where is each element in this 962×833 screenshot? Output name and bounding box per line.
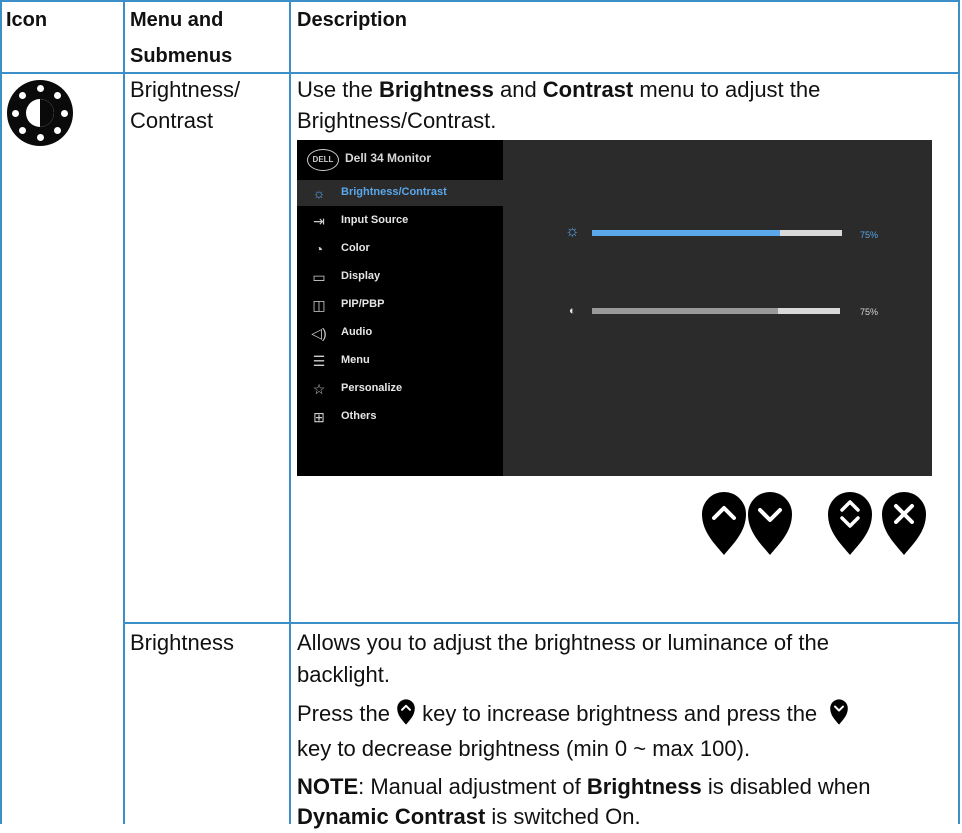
row1-desc-line1: Use the Brightness and Contrast menu to … bbox=[297, 77, 821, 102]
osd-item-label: Display bbox=[341, 270, 381, 282]
grid-line-top bbox=[0, 0, 960, 2]
row2-menu: Brightness bbox=[130, 630, 234, 655]
pip-pbp-icon: ◫ bbox=[312, 297, 326, 313]
osd-item-label: PIP/PBP bbox=[341, 298, 385, 310]
dell-logo: DELL bbox=[307, 149, 339, 171]
star-icon: ☆ bbox=[312, 381, 326, 397]
contrast-slider-icon: ◐ bbox=[569, 305, 576, 317]
input-source-icon: ⇥ bbox=[313, 213, 325, 229]
osd-item-label: Brightness/Contrast bbox=[341, 186, 447, 198]
others-icon: ⊞ bbox=[313, 409, 325, 425]
brightness-value: 75% bbox=[860, 230, 879, 240]
osd-item-brightness-contrast[interactable]: ☼ Brightness/Contrast bbox=[297, 180, 503, 206]
grid-line-row bbox=[123, 622, 960, 624]
row2-desc-p1-line1: Allows you to adjust the brightness or l… bbox=[297, 630, 829, 655]
down-key-icon[interactable] bbox=[746, 486, 794, 556]
brightness-icon: ☼ bbox=[312, 185, 326, 201]
row1-menu-line1: Brightness/ bbox=[130, 77, 241, 102]
row1-desc-line2: Brightness/Contrast. bbox=[297, 108, 497, 133]
contrast-slider-fill bbox=[592, 308, 778, 314]
osd-item-label: Personalize bbox=[341, 382, 403, 394]
grid-line-right bbox=[958, 0, 960, 824]
grid-line-col2 bbox=[289, 0, 291, 824]
osd-screenshot: DELL Dell 34 Monitor ☼ Brightness/Contra… bbox=[297, 140, 932, 476]
up-key-inline-icon bbox=[397, 699, 415, 725]
osd-item-audio[interactable]: ◁) Audio bbox=[297, 320, 503, 346]
osd-menu-panel: DELL Dell 34 Monitor ☼ Brightness/Contra… bbox=[297, 140, 503, 476]
osd-item-color[interactable]: ◔ Color bbox=[297, 236, 503, 262]
osd-item-personalize[interactable]: ☆ Personalize bbox=[297, 376, 503, 402]
row1-menu-line2: Contrast bbox=[130, 108, 214, 133]
audio-icon: ◁) bbox=[311, 325, 327, 341]
brightness-slider[interactable] bbox=[592, 230, 842, 236]
osd-item-label: Color bbox=[341, 242, 370, 254]
osd-item-others[interactable]: ⊞ Others bbox=[297, 404, 503, 430]
grid-line-left bbox=[0, 0, 2, 824]
contrast-value: 75% bbox=[860, 307, 879, 317]
grid-line-col1 bbox=[123, 0, 125, 824]
osd-item-pip-pbp[interactable]: ◫ PIP/PBP bbox=[297, 292, 503, 318]
down-key-inline-icon bbox=[830, 699, 849, 725]
contrast-slider[interactable] bbox=[592, 308, 840, 314]
row2-desc-p1-line2: backlight. bbox=[297, 662, 390, 687]
row2-note-line2: Dynamic Contrast is switched On. bbox=[297, 804, 641, 829]
header-menu-line2: Submenus bbox=[130, 45, 233, 67]
header-menu-line1: Menu and bbox=[130, 9, 224, 31]
display-icon: ▭ bbox=[312, 269, 326, 285]
osd-item-menu[interactable]: ☰ Menu bbox=[297, 348, 503, 374]
exit-key-icon[interactable] bbox=[880, 486, 928, 556]
osd-item-label: Input Source bbox=[341, 214, 409, 226]
up-key-icon[interactable] bbox=[700, 486, 748, 556]
row2-desc-p2-line2: key to decrease brightness (min 0 ~ max … bbox=[297, 736, 751, 761]
osd-item-label: Audio bbox=[341, 326, 373, 338]
header-description: Description bbox=[297, 9, 408, 31]
color-palette-icon: ◔ bbox=[314, 241, 324, 257]
row2-note-line1: NOTE: Manual adjustment of Brightness is… bbox=[297, 774, 871, 799]
header-icon: Icon bbox=[6, 9, 48, 31]
osd-item-input-source[interactable]: ⇥ Input Source bbox=[297, 208, 503, 234]
menu-icon: ☰ bbox=[312, 353, 326, 369]
osd-item-label: Others bbox=[341, 410, 377, 422]
osd-item-display[interactable]: ▭ Display bbox=[297, 264, 503, 290]
brightness-slider-fill bbox=[592, 230, 780, 236]
row2-desc-p2-line1: Press the key to increase brightness and… bbox=[297, 697, 849, 730]
up-down-key-icon[interactable] bbox=[826, 486, 874, 556]
osd-item-label: Menu bbox=[341, 354, 370, 366]
brightness-slider-icon: ☼ bbox=[565, 223, 580, 240]
osd-title: Dell 34 Monitor bbox=[345, 151, 432, 165]
brightness-contrast-icon bbox=[7, 80, 73, 146]
